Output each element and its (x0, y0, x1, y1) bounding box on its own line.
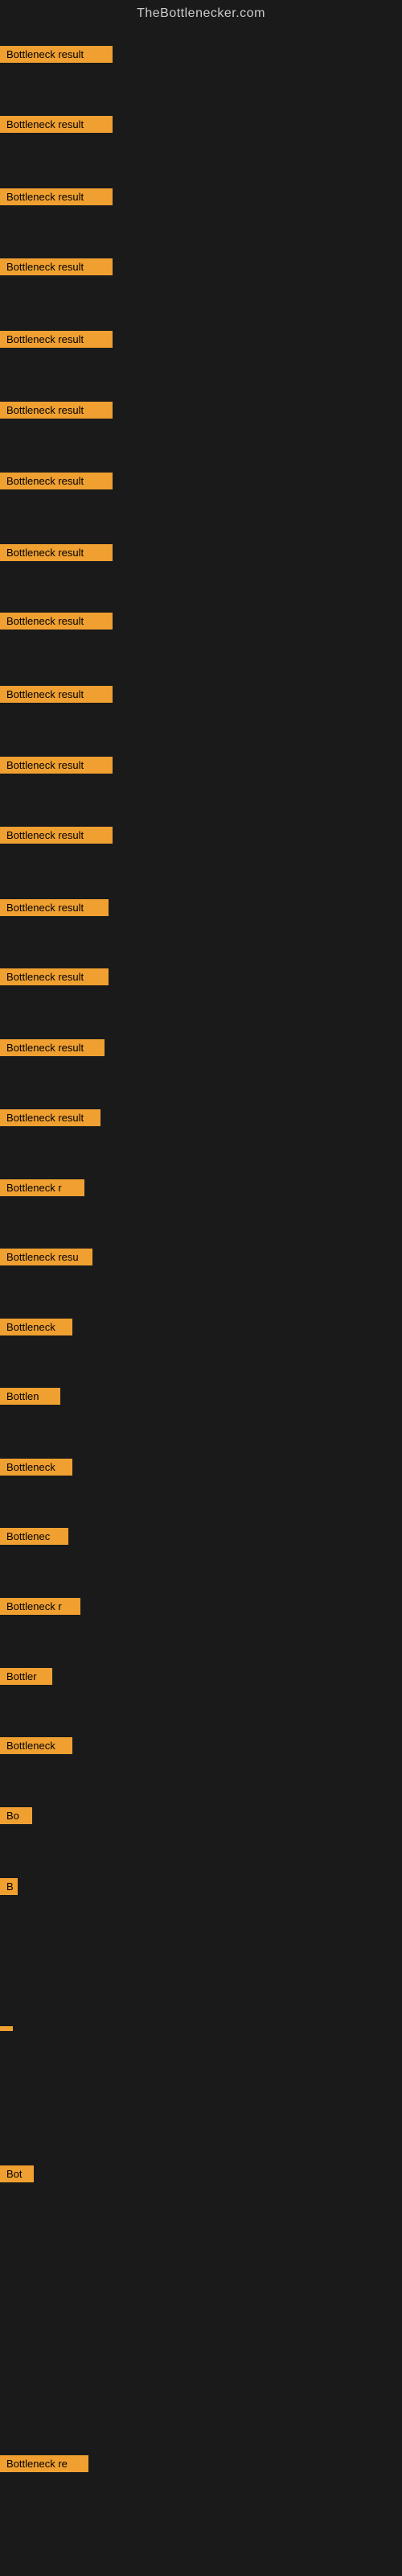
list-item: Bottleneck result (0, 116, 113, 137)
bottleneck-result-label: Bottleneck resu (0, 1249, 92, 1265)
list-item: Bottleneck r (0, 1598, 80, 1619)
bottleneck-result-label: Bottlen (0, 1388, 60, 1405)
list-item: Bottleneck result (0, 473, 113, 493)
list-item: Bottleneck re (0, 2455, 88, 2476)
list-item: Bottleneck resu (0, 1249, 92, 1269)
bottleneck-result-label: Bottleneck (0, 1319, 72, 1335)
bottleneck-result-label: Bottleneck result (0, 613, 113, 630)
bottleneck-result-label: Bottleneck result (0, 686, 113, 703)
bottleneck-result-label: Bottleneck result (0, 968, 109, 985)
bottleneck-result-label: Bottleneck result (0, 899, 109, 916)
list-item: Bottleneck result (0, 331, 113, 352)
list-item: Bottleneck result (0, 544, 113, 565)
list-item: Bot (0, 2165, 34, 2186)
bottleneck-result-label: Bottleneck result (0, 544, 113, 561)
bottleneck-result-label: Bottleneck result (0, 827, 113, 844)
bottleneck-result-label: Bot (0, 2165, 34, 2182)
list-item: Bottleneck result (0, 1039, 105, 1060)
bottleneck-result-label: Bottleneck result (0, 116, 113, 133)
bottleneck-result-label: Bottleneck result (0, 757, 113, 774)
list-item: Bottleneck result (0, 686, 113, 707)
bottleneck-result-label: B (0, 1878, 18, 1895)
list-item: B (0, 1878, 18, 1899)
list-item: Bottleneck result (0, 402, 113, 423)
list-item: Bottler (0, 1668, 52, 1689)
bottleneck-result-label: Bottleneck result (0, 331, 113, 348)
bottleneck-result-label: Bottleneck (0, 1459, 72, 1476)
bottleneck-result-label: Bottleneck result (0, 402, 113, 419)
list-item (0, 2021, 13, 2035)
list-item: Bo (0, 1807, 32, 1828)
bottleneck-result-label: Bottleneck result (0, 1109, 100, 1126)
list-item: Bottleneck result (0, 827, 113, 848)
list-item: Bottleneck result (0, 613, 113, 634)
bottleneck-result-label: Bottleneck r (0, 1179, 84, 1196)
list-item: Bottlenec (0, 1528, 68, 1549)
list-item: Bottleneck result (0, 968, 109, 989)
list-item: Bottleneck (0, 1737, 72, 1758)
bottleneck-result-label: Bottleneck re (0, 2455, 88, 2472)
list-item: Bottleneck result (0, 1109, 100, 1130)
list-item: Bottleneck (0, 1459, 72, 1480)
list-item: Bottleneck r (0, 1179, 84, 1200)
bottleneck-result-label: Bottleneck result (0, 188, 113, 205)
bottleneck-result-label: Bottleneck r (0, 1598, 80, 1615)
list-item: Bottleneck (0, 1319, 72, 1340)
list-item: Bottleneck result (0, 757, 113, 778)
bottleneck-result-label: Bottleneck result (0, 1039, 105, 1056)
bottleneck-result-label: Bottleneck (0, 1737, 72, 1754)
bottleneck-result-label: Bottlenec (0, 1528, 68, 1545)
bottleneck-result-label: Bottler (0, 1668, 52, 1685)
list-item: Bottleneck result (0, 46, 113, 67)
list-item: Bottleneck result (0, 258, 113, 279)
list-item: Bottleneck result (0, 188, 113, 209)
bottleneck-result-label: Bottleneck result (0, 473, 113, 489)
list-item: Bottlen (0, 1388, 60, 1409)
bottleneck-result-label: Bottleneck result (0, 258, 113, 275)
bottleneck-result-label: Bo (0, 1807, 32, 1824)
site-title: TheBottlenecker.com (0, 0, 402, 24)
list-item: Bottleneck result (0, 899, 109, 920)
bottleneck-result-label: Bottleneck result (0, 46, 113, 63)
bottleneck-result-label (0, 2026, 13, 2031)
